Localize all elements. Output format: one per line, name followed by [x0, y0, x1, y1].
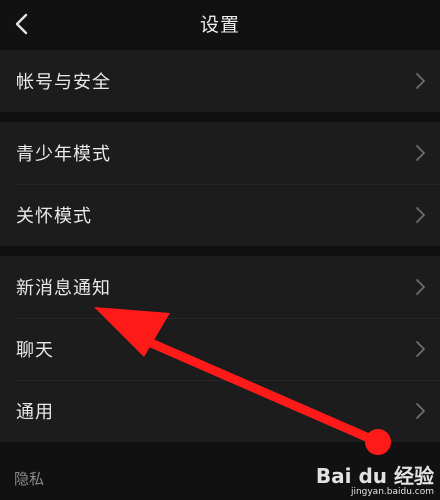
chevron-right-icon	[416, 279, 425, 295]
watermark-url: jingyan.baidu.com	[350, 487, 434, 497]
top-bar: 设置	[0, 0, 440, 48]
chevron-right-icon	[416, 403, 425, 419]
settings-group-modes: 青少年模式 关怀模式	[0, 122, 440, 246]
settings-item-label: 帐号与安全	[16, 72, 111, 93]
settings-item-teen-mode[interactable]: 青少年模式	[0, 122, 440, 184]
settings-item-chat[interactable]: 聊天	[0, 318, 440, 380]
chevron-right-icon	[416, 73, 425, 89]
watermark-brand: Bai du 经验	[315, 464, 434, 488]
settings-item-account-security[interactable]: 帐号与安全	[0, 50, 440, 112]
chevron-right-icon	[416, 207, 425, 223]
settings-item-notifications[interactable]: 新消息通知	[0, 256, 440, 318]
baidu-jingyan-watermark: Bai du 经验 jingyan.baidu.com	[316, 465, 434, 498]
page-title: 设置	[199, 14, 240, 36]
settings-item-label: 聊天	[16, 340, 54, 361]
settings-group-account: 帐号与安全	[0, 50, 440, 112]
settings-item-label: 青少年模式	[16, 144, 111, 165]
chevron-right-icon	[416, 341, 425, 357]
settings-item-care-mode[interactable]: 关怀模式	[0, 184, 440, 246]
settings-item-label: 通用	[16, 402, 54, 423]
section-label-privacy: 隐私	[14, 470, 45, 488]
settings-item-label: 关怀模式	[16, 206, 92, 227]
chevron-right-icon	[416, 145, 425, 161]
settings-group-general: 新消息通知 聊天 通用	[0, 256, 440, 442]
settings-item-general[interactable]: 通用	[0, 380, 440, 442]
settings-item-label: 新消息通知	[16, 278, 111, 299]
